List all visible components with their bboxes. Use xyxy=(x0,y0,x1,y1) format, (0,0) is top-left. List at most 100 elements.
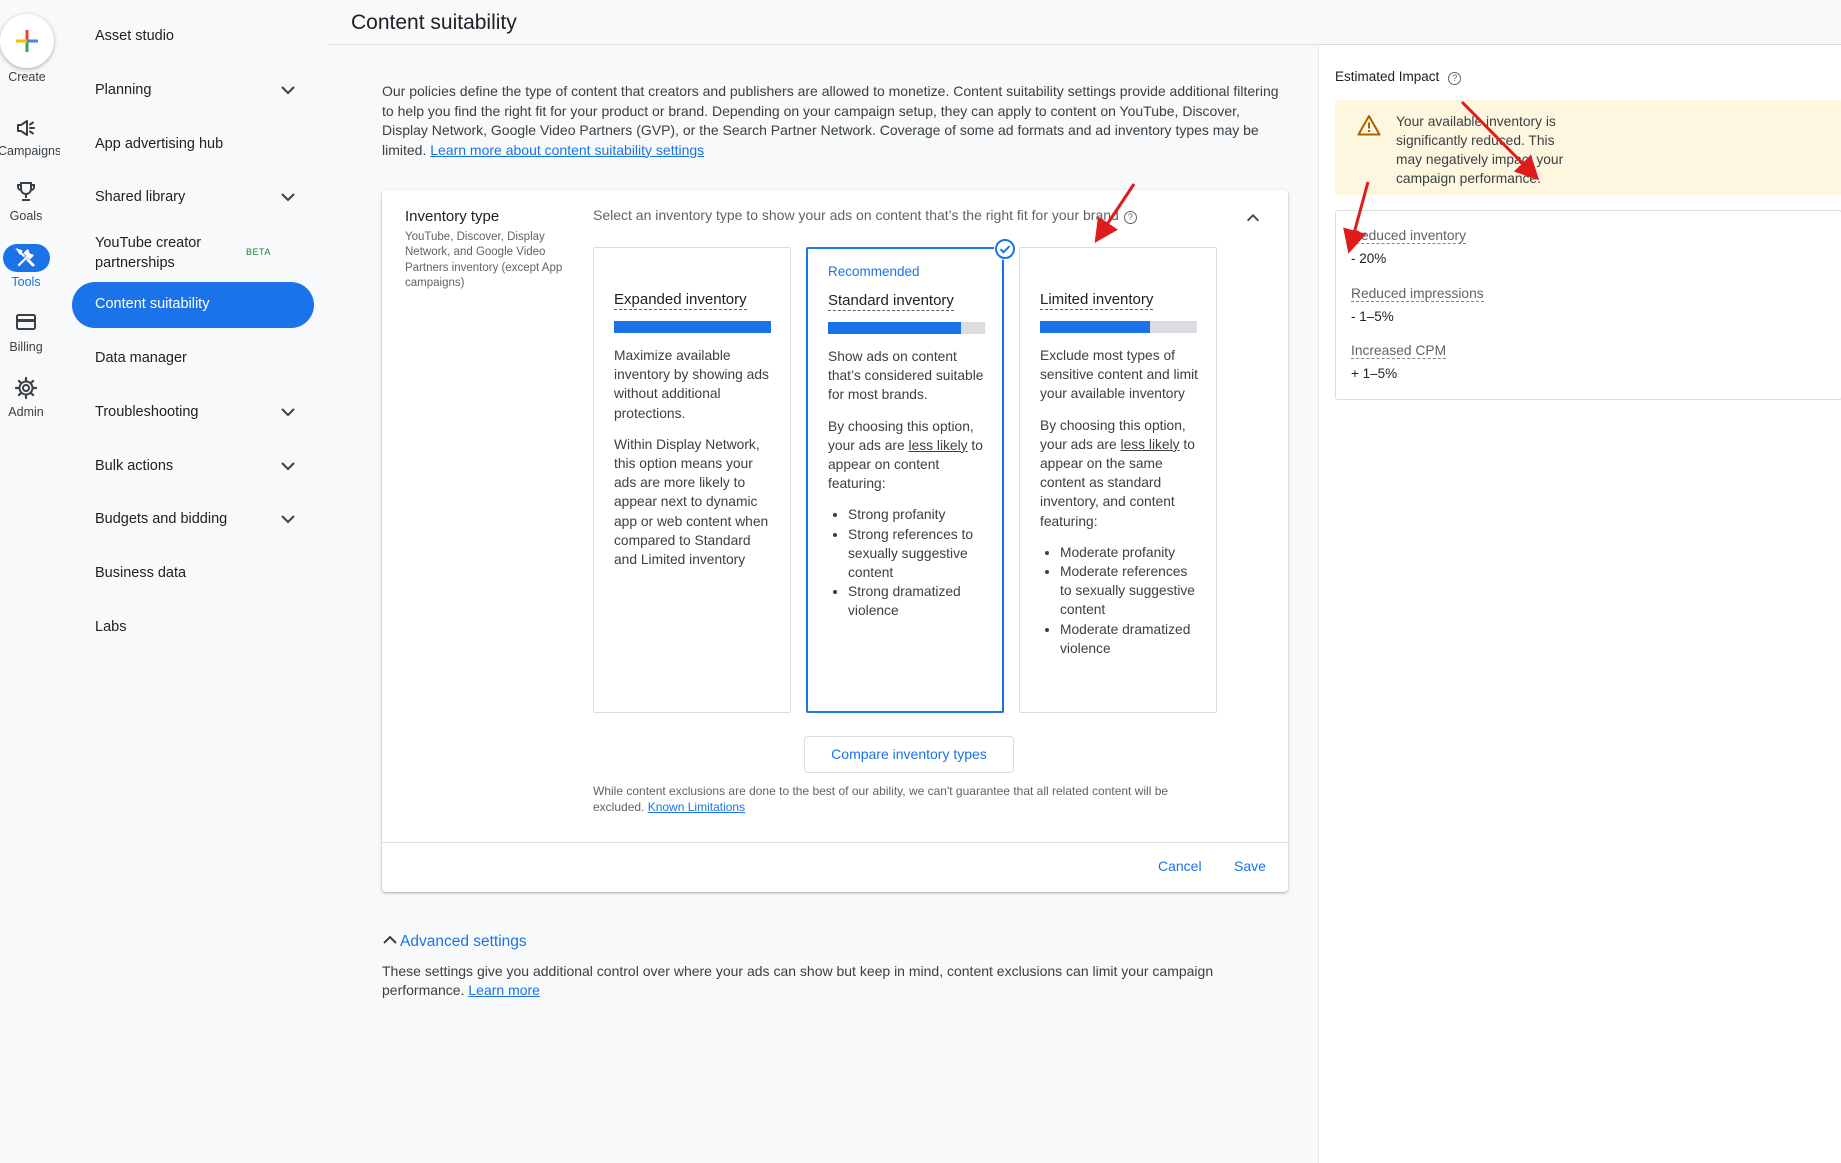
option-bullet: Strong dramatized violence xyxy=(848,582,990,620)
chevron-down-icon[interactable] xyxy=(278,187,298,207)
advanced-learn-more-link[interactable]: Learn more xyxy=(468,982,540,998)
card-title: Inventory type xyxy=(405,208,500,225)
option-bullets: Strong profanity Strong references to se… xyxy=(828,505,990,620)
sidebar-item-data-manager[interactable]: Data manager xyxy=(95,350,187,366)
option-expanded-inventory[interactable]: Expanded inventory Maximize available in… xyxy=(593,247,791,713)
chevron-up-icon xyxy=(383,935,397,944)
option-p2-underlined: less likely xyxy=(908,437,968,453)
prompt-text: Select an inventory type to show your ad… xyxy=(593,207,1119,223)
disclaimer-text: While content exclusions are done to the… xyxy=(593,784,1193,815)
option-limited-inventory[interactable]: Limited inventory Exclude most types of … xyxy=(1019,247,1217,713)
metric-label[interactable]: Reduced impressions xyxy=(1351,286,1484,302)
estimated-impact-title: Estimated Impact? xyxy=(1335,69,1462,85)
trophy-icon[interactable] xyxy=(14,180,38,204)
recommended-tag: Recommended xyxy=(828,264,920,279)
option-name: Standard inventory xyxy=(828,292,954,311)
tools-active-pill[interactable] xyxy=(3,244,50,272)
sidebar-item-youtube-creator-partnerships[interactable]: YouTube creator partnerships xyxy=(95,233,201,273)
intro-text: Our policies define the type of content … xyxy=(382,82,1282,160)
rail-admin-label[interactable]: Admin xyxy=(0,405,56,419)
option-p2: By choosing this option, your ads are le… xyxy=(1040,416,1202,531)
tools-icon xyxy=(15,247,35,267)
compare-inventory-types-button[interactable]: Compare inventory types xyxy=(804,736,1014,773)
tools-sidebar: Asset studio Planning App advertising hu… xyxy=(60,0,328,1163)
option-p2: By choosing this option, your ads are le… xyxy=(828,417,990,494)
impact-metrics: Reduced inventory - 20% Reduced impressi… xyxy=(1335,210,1841,400)
help-icon[interactable]: ? xyxy=(1123,211,1137,224)
rail-goals-label[interactable]: Goals xyxy=(0,209,56,223)
card-subtitle: YouTube, Discover, Display Network, and … xyxy=(405,231,563,289)
option-p1: Show ads on content that’s considered su… xyxy=(828,349,984,403)
rail-campaigns-label[interactable]: Campaigns xyxy=(0,144,61,158)
impact-title-text: Estimated Impact xyxy=(1335,69,1440,84)
option-p2-underlined: less likely xyxy=(1120,436,1180,452)
sidebar-item-business-data[interactable]: Business data xyxy=(95,565,186,581)
sidebar-item-asset-studio[interactable]: Asset studio xyxy=(95,28,174,44)
estimated-impact-panel: Estimated Impact? Your available invento… xyxy=(1318,45,1841,1163)
rail-billing-label[interactable]: Billing xyxy=(0,340,56,354)
save-button[interactable]: Save xyxy=(1234,858,1266,874)
rail-create-label: Create xyxy=(8,70,46,84)
sidebar-item-shared-library[interactable]: Shared library xyxy=(95,189,185,205)
chevron-down-icon[interactable] xyxy=(278,456,298,476)
chevron-down-icon[interactable] xyxy=(278,402,298,422)
card-prompt: Select an inventory type to show your ad… xyxy=(593,207,1137,224)
sidebar-item-content-suitability[interactable]: Content suitability xyxy=(72,282,314,328)
sidebar-item-budgets-and-bidding[interactable]: Budgets and bidding xyxy=(95,511,227,527)
metric-label[interactable]: Reduced inventory xyxy=(1351,228,1467,244)
advanced-settings-title: Advanced settings xyxy=(400,933,527,950)
selected-check-icon xyxy=(994,238,1016,260)
page-header: Content suitability xyxy=(328,0,1841,45)
option-bullets: Moderate profanity Moderate references t… xyxy=(1040,543,1202,658)
plus-icon xyxy=(16,30,38,52)
inventory-level-fill xyxy=(614,321,771,333)
warning-banner: Your available inventory is significantl… xyxy=(1335,100,1841,195)
chevron-down-icon[interactable] xyxy=(278,80,298,100)
advanced-settings-description: These settings give you additional contr… xyxy=(382,962,1262,1000)
sidebar-item-planning[interactable]: Planning xyxy=(95,82,151,98)
learn-more-link[interactable]: Learn more about content suitability set… xyxy=(430,142,704,158)
gear-icon[interactable] xyxy=(14,376,38,400)
known-limitations-link[interactable]: Known Limitations xyxy=(648,800,745,814)
option-standard-inventory[interactable]: Recommended Standard inventory Show ads … xyxy=(806,238,1016,713)
sidebar-item-labs[interactable]: Labs xyxy=(95,619,126,635)
credit-card-icon[interactable] xyxy=(14,310,38,334)
divider xyxy=(382,842,1288,843)
chevron-up-icon[interactable] xyxy=(1244,209,1262,227)
beta-badge: BETA xyxy=(246,247,271,257)
inventory-level-fill xyxy=(1040,321,1150,333)
warning-text: Your available inventory is significantl… xyxy=(1396,114,1564,186)
warning-icon xyxy=(1357,115,1381,136)
option-p1: Maximize available inventory by showing … xyxy=(614,348,769,421)
metric-value: - 1–5% xyxy=(1351,309,1394,324)
sidebar-item-app-advertising-hub[interactable]: App advertising hub xyxy=(95,136,223,152)
option-name: Expanded inventory xyxy=(614,291,747,310)
nav-rail: Create Campaigns Goals Tools Billing Adm… xyxy=(0,0,61,1163)
sidebar-item-label: Content suitability xyxy=(95,296,210,312)
inventory-level-bar xyxy=(614,321,771,333)
advanced-settings-toggle[interactable]: Advanced settings xyxy=(382,932,527,951)
create-button[interactable] xyxy=(0,14,54,68)
page-title: Content suitability xyxy=(351,11,517,34)
inventory-level-bar xyxy=(828,322,985,334)
campaigns-icon[interactable] xyxy=(14,116,38,140)
cancel-button[interactable]: Cancel xyxy=(1158,858,1202,874)
inventory-level-bar xyxy=(1040,321,1197,333)
option-description: Maximize available inventory by showing … xyxy=(614,346,776,581)
option-bullet: Moderate profanity xyxy=(1060,543,1202,562)
metric-value: + 1–5% xyxy=(1351,366,1398,381)
option-name: Limited inventory xyxy=(1040,291,1154,310)
option-p1: Exclude most types of sensitive content … xyxy=(1040,348,1198,402)
option-bullet: Strong profanity xyxy=(848,505,990,524)
metric-value: - 20% xyxy=(1351,251,1387,266)
chevron-down-icon[interactable] xyxy=(278,509,298,529)
help-icon[interactable]: ? xyxy=(1448,72,1462,85)
rail-tools-label[interactable]: Tools xyxy=(0,275,56,289)
option-bullet: Strong references to sexually suggestive… xyxy=(848,525,990,583)
sidebar-item-troubleshooting[interactable]: Troubleshooting xyxy=(95,404,198,420)
metric-label[interactable]: Increased CPM xyxy=(1351,343,1447,359)
inventory-type-card: Inventory type YouTube, Discover, Displa… xyxy=(382,190,1288,892)
sidebar-item-label-line2: partnerships xyxy=(95,255,175,271)
option-description: Exclude most types of sensitive content … xyxy=(1040,346,1202,658)
sidebar-item-bulk-actions[interactable]: Bulk actions xyxy=(95,458,173,474)
